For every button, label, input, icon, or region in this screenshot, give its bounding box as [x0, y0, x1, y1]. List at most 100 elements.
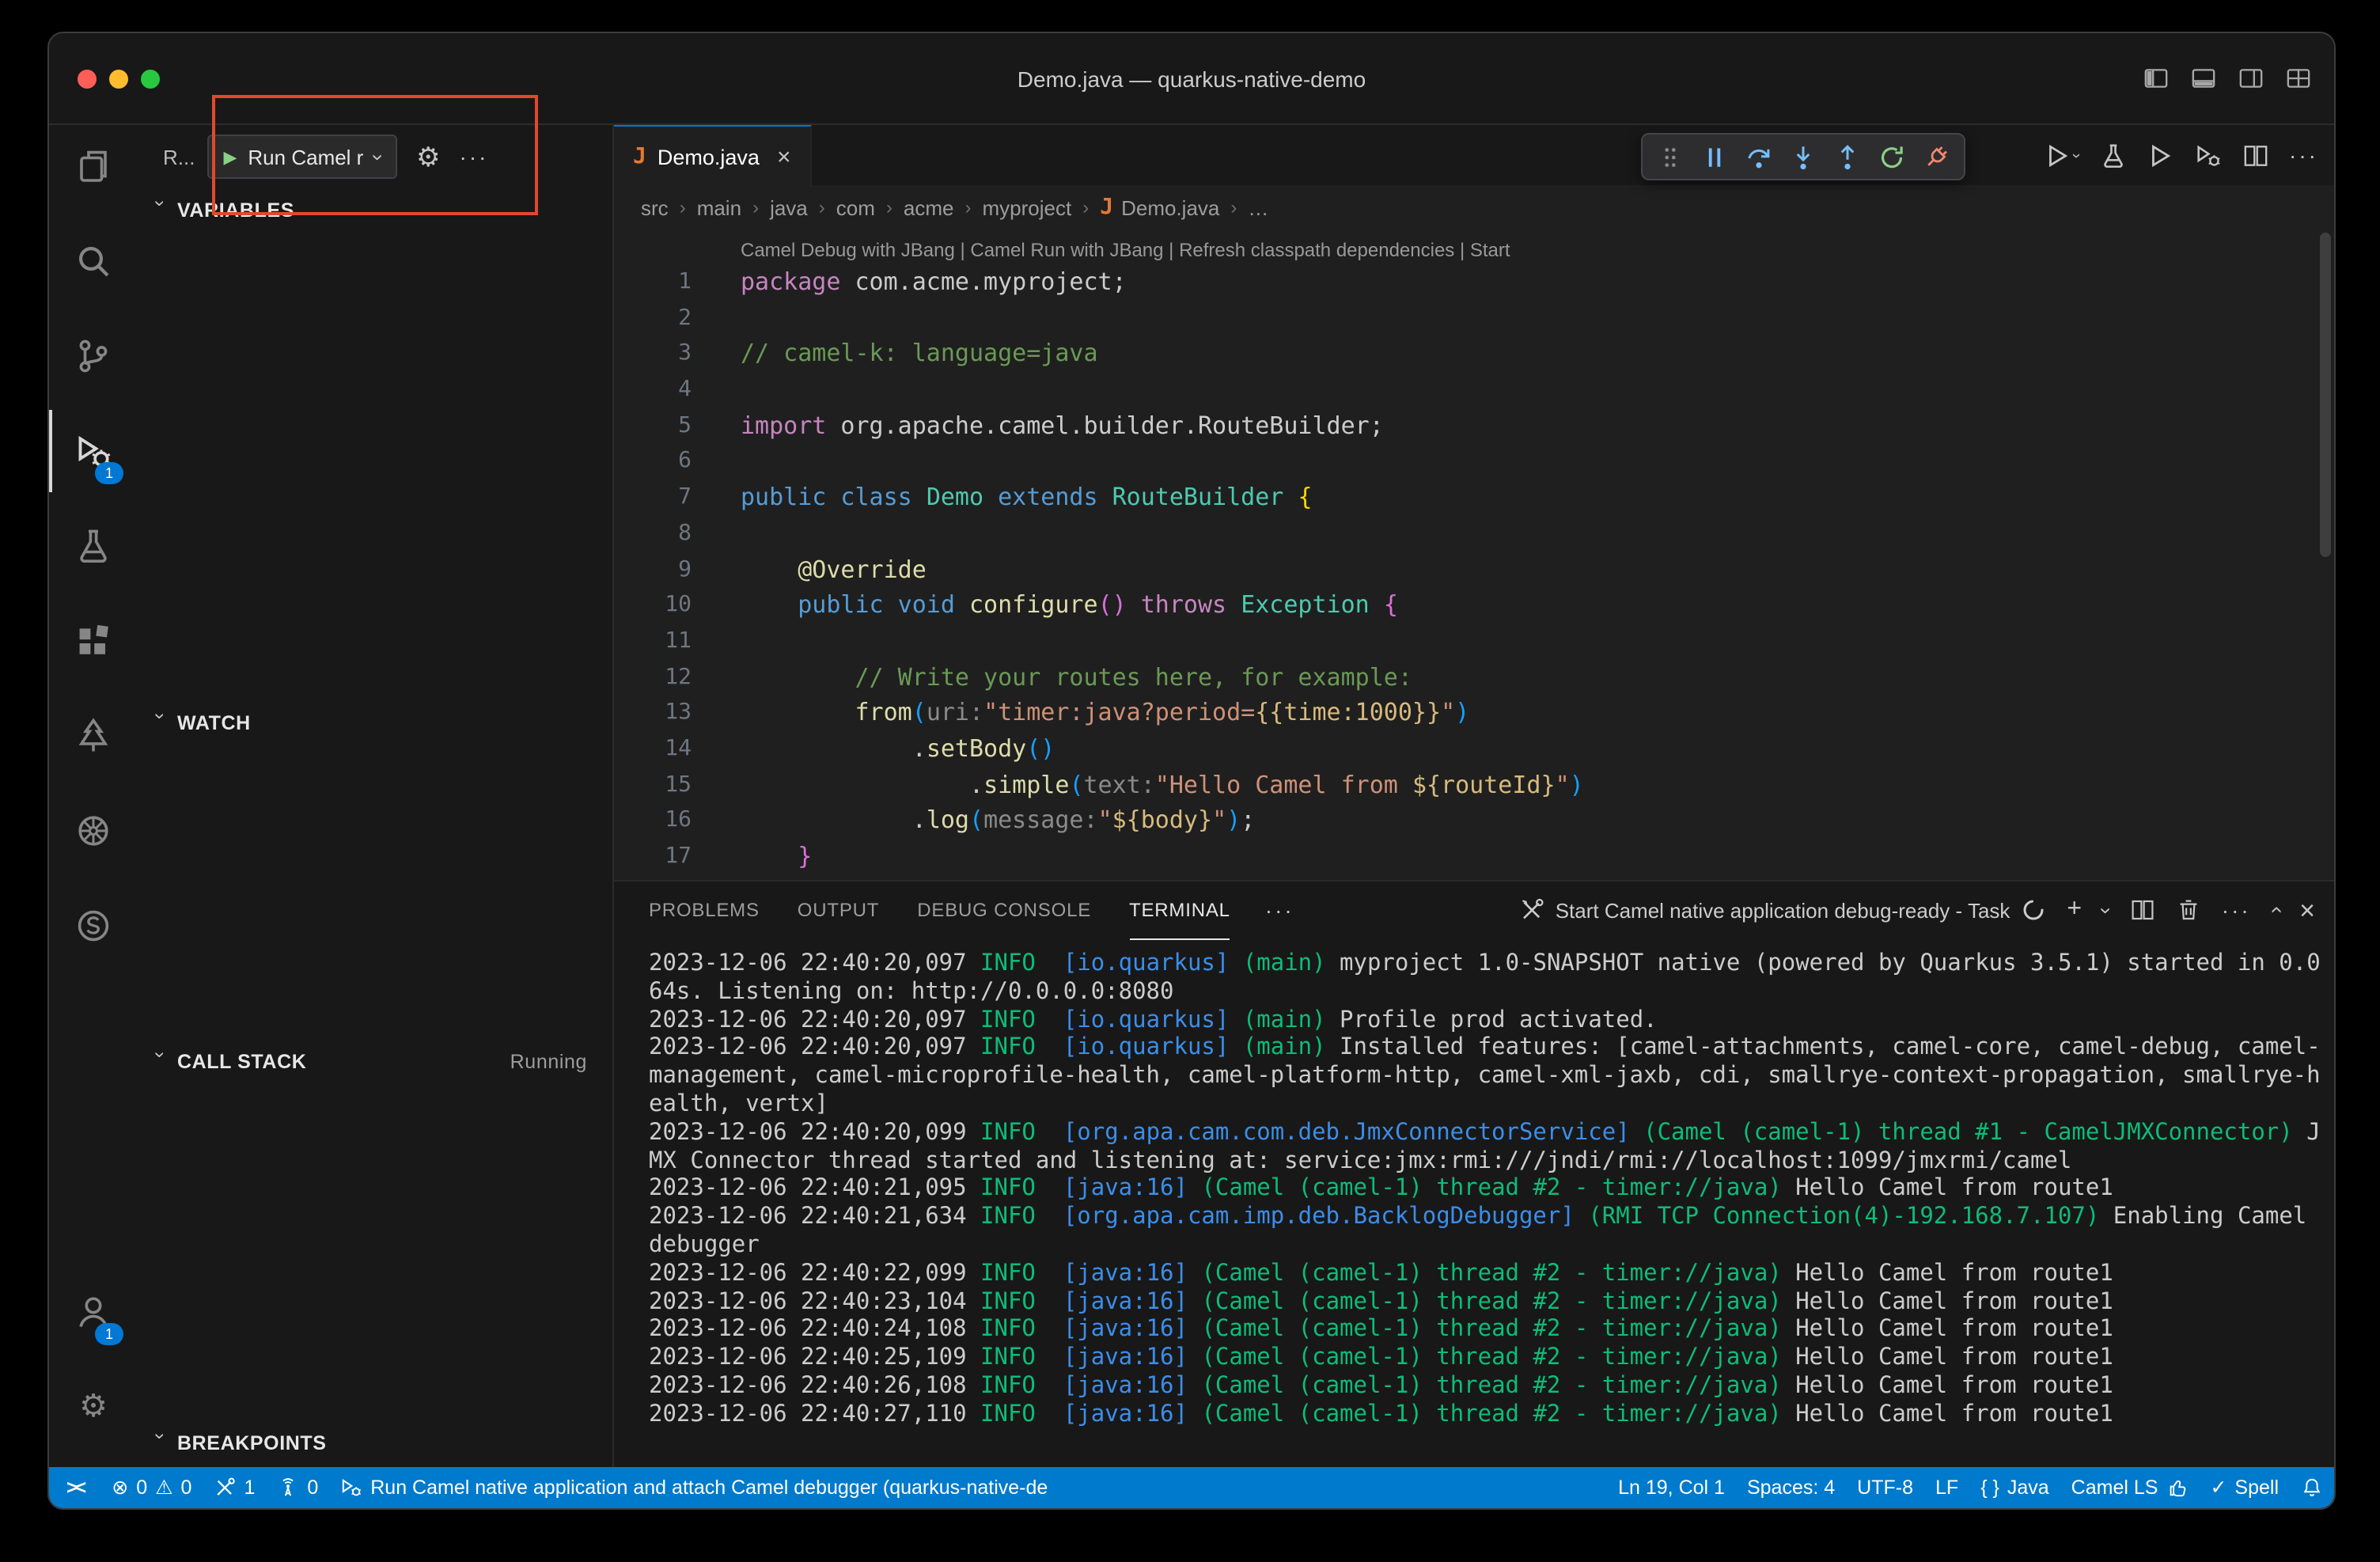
section-header-callstack[interactable]: ›CALL STACKRunning: [138, 1040, 612, 1084]
kill-terminal-icon[interactable]: [2176, 897, 2201, 923]
line-number: 1: [614, 264, 692, 300]
split-editor-icon[interactable]: [2242, 142, 2268, 169]
breadcrumb-separator-icon: ›: [752, 196, 759, 218]
close-window-button[interactable]: [78, 69, 97, 88]
notifications-bell[interactable]: [2290, 1467, 2334, 1508]
panel-more-tabs-icon[interactable]: ···: [1265, 897, 1294, 923]
encoding-setting[interactable]: UTF-8: [1846, 1467, 1924, 1508]
braces-icon: { }: [1980, 1478, 1999, 1498]
line-content: // Write your routes here, for example:: [692, 659, 1412, 695]
breadcrumb-item[interactable]: acme: [904, 195, 954, 219]
disconnect-button[interactable]: [1923, 143, 1950, 170]
errors-icon: ⊗: [112, 1478, 128, 1498]
editor-tab-bar: J Demo.java × › ···: [614, 125, 2334, 185]
sidebar-run-and-debug: R... ▶ Run Camel r › ⚙ ··· ›VARIABLES›WA…: [138, 125, 614, 1467]
drag-handle-icon[interactable]: [1657, 143, 1684, 170]
panel-tab-problems[interactable]: PROBLEMS: [649, 881, 760, 940]
cursor-position[interactable]: Ln 19, Col 1: [1607, 1467, 1736, 1508]
breadcrumb-item[interactable]: …: [1248, 195, 1268, 219]
step-over-button[interactable]: [1745, 143, 1772, 170]
debug-status[interactable]: Run Camel native application and attach …: [329, 1467, 1059, 1508]
tab-demo-java[interactable]: J Demo.java ×: [614, 125, 811, 187]
chevron-down-icon: ›: [150, 1052, 172, 1072]
activity-item-extensions[interactable]: [49, 600, 138, 682]
pause-button[interactable]: [1701, 143, 1728, 170]
breadcrumb-separator-icon: ›: [1082, 196, 1089, 218]
toggle-secondary-sidebar-icon[interactable]: [2238, 65, 2264, 92]
screen: Demo.java — quarkus-native-demo 1 1⚙ R..…: [0, 0, 2380, 1562]
maximize-panel-icon[interactable]: ›: [2264, 906, 2286, 913]
breadcrumb-item[interactable]: myproject: [983, 195, 1072, 219]
problems-status[interactable]: ⊗ 0 ⚠ 0: [100, 1467, 203, 1508]
panel-actions: Start Camel native application debug-rea…: [1519, 896, 2315, 924]
debug-settings-gear-icon[interactable]: ⚙: [416, 143, 441, 170]
code-line: 16 .log(message:"${body}");: [614, 803, 2334, 839]
new-terminal-icon[interactable]: +: [2067, 896, 2082, 924]
panel-tab-terminal[interactable]: TERMINAL: [1129, 881, 1230, 940]
start-debugging-icon[interactable]: ▶: [223, 146, 237, 167]
activity-bar: 1 1 ⚙: [49, 125, 138, 1467]
panel-tab-output[interactable]: OUTPUT: [798, 881, 879, 940]
split-terminal-icon[interactable]: [2130, 897, 2155, 923]
debug-java-icon[interactable]: [2194, 142, 2221, 169]
task-count: 1: [244, 1477, 255, 1499]
toggle-panel-icon[interactable]: [2190, 65, 2217, 92]
step-out-button[interactable]: [1834, 143, 1861, 170]
activity-item-source-control[interactable]: [49, 315, 138, 397]
activity-item-run-and-debug[interactable]: 1: [49, 410, 138, 492]
terminal-output[interactable]: 2023-12-06 22:40:20,097 INFO [io.quarkus…: [614, 938, 2334, 1467]
run-or-debug-button[interactable]: ›: [2045, 142, 2079, 169]
step-into-button[interactable]: [1790, 143, 1817, 170]
more-actions-icon[interactable]: ···: [2289, 142, 2318, 168]
code-line: 4: [614, 372, 2334, 408]
run-java-icon[interactable]: [2147, 142, 2173, 169]
debug-more-actions-icon[interactable]: ···: [460, 144, 489, 169]
toggle-primary-sidebar-icon[interactable]: [2143, 65, 2170, 92]
eol-setting[interactable]: LF: [1924, 1467, 1969, 1508]
minimize-window-button[interactable]: [109, 69, 128, 88]
codelens-links[interactable]: Camel Debug with JBang | Camel Run with …: [741, 236, 2334, 264]
remote-indicator[interactable]: ><: [49, 1467, 100, 1508]
section-header-watch[interactable]: ›WATCH: [138, 701, 612, 745]
debug-launch-config-dropdown[interactable]: ▶ Run Camel r ›: [207, 135, 397, 179]
breadcrumb-item[interactable]: JDemo.java: [1100, 195, 1219, 220]
panel-more-actions-icon[interactable]: ···: [2222, 897, 2251, 923]
close-panel-icon[interactable]: ×: [2299, 897, 2315, 923]
breadcrumb-item[interactable]: src: [641, 195, 669, 219]
activity-item-tree-extension[interactable]: [49, 695, 138, 777]
terminal-profile-chevron-icon[interactable]: ›: [2095, 907, 2116, 914]
code-line: 2: [614, 300, 2334, 336]
breadcrumb-item[interactable]: java: [770, 195, 808, 219]
line-content: public class Demo extends RouteBuilder {: [692, 480, 1313, 515]
section-header-variables[interactable]: ›VARIABLES: [138, 188, 612, 233]
breadcrumb-item[interactable]: com: [836, 195, 875, 219]
activity-item-settings[interactable]: ⚙: [49, 1366, 138, 1448]
activity-item-explorer[interactable]: [49, 125, 138, 207]
activity-item-s-extension[interactable]: [49, 885, 138, 967]
activity-item-accounts[interactable]: 1: [49, 1271, 138, 1353]
spell-checker-status[interactable]: ✓ Spell: [2199, 1467, 2290, 1508]
beaker-icon[interactable]: [2099, 142, 2126, 169]
tree-extension-icon: [74, 717, 112, 755]
tasks-status[interactable]: 1: [203, 1467, 266, 1508]
code-editor[interactable]: Camel Debug with JBang | Camel Run with …: [614, 229, 2334, 880]
customize-layout-icon[interactable]: [2285, 65, 2312, 92]
breadcrumb-item[interactable]: main: [697, 195, 741, 219]
camel-ls-status[interactable]: Camel LS: [2060, 1467, 2200, 1508]
section-header-breakpoints[interactable]: ›BREAKPOINTS: [138, 1421, 612, 1465]
activity-item-testing[interactable]: [49, 505, 138, 587]
terminal-task-item[interactable]: Start Camel native application debug-rea…: [1519, 897, 2047, 923]
editor-scrollbar[interactable]: [2318, 229, 2334, 880]
ports-status[interactable]: 0: [266, 1467, 329, 1508]
line-number: 8: [614, 516, 692, 552]
close-tab-icon[interactable]: ×: [777, 145, 791, 169]
panel-tab-debug-console[interactable]: DEBUG CONSOLE: [917, 881, 1091, 940]
language-mode[interactable]: { } Java: [1969, 1467, 2060, 1508]
scrollbar-thumb[interactable]: [2320, 233, 2331, 557]
activity-item-search[interactable]: [49, 220, 138, 302]
restart-button[interactable]: [1878, 143, 1905, 170]
line-number: 12: [614, 659, 692, 695]
indentation-setting[interactable]: Spaces: 4: [1736, 1467, 1846, 1508]
activity-item-wheel-extension[interactable]: [49, 790, 138, 872]
zoom-window-button[interactable]: [141, 69, 160, 88]
